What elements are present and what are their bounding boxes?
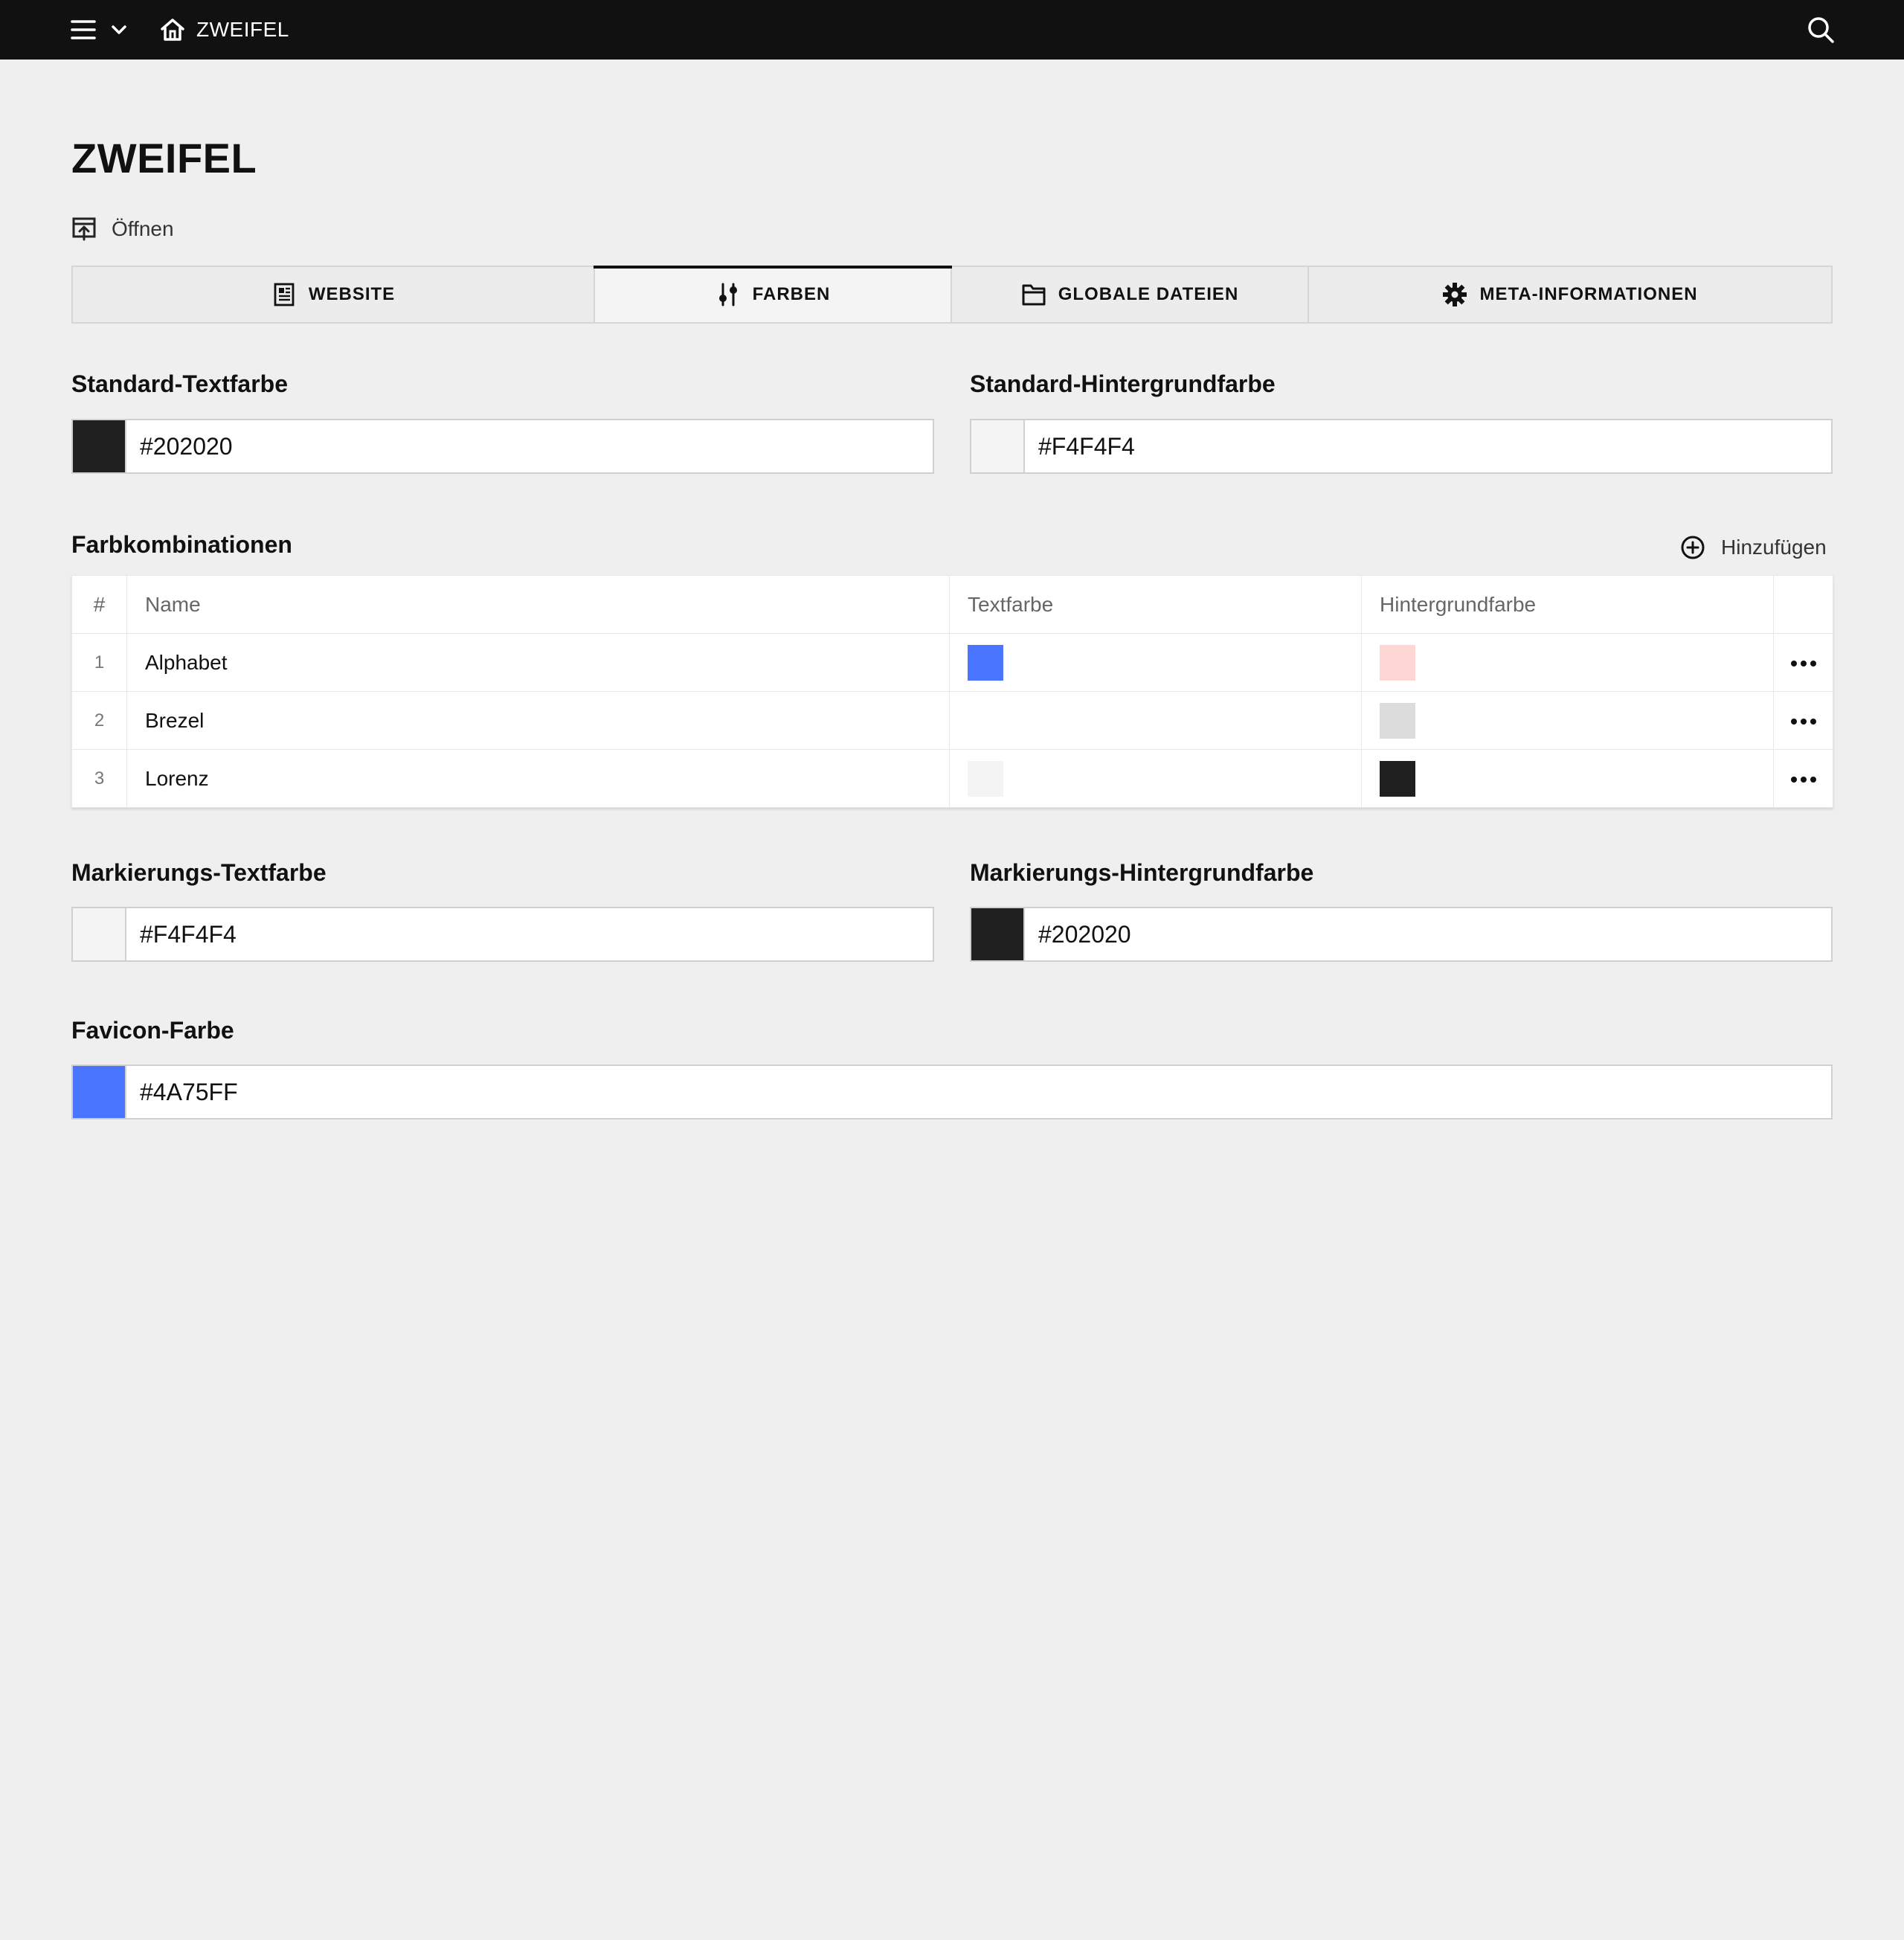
markierungs-textfarbe-label: Markierungs-Textfarbe bbox=[71, 859, 327, 886]
markierungs-textfarbe-field bbox=[71, 907, 934, 962]
tab-label: FARBEN bbox=[752, 284, 831, 304]
hamburger-menu-icon[interactable] bbox=[70, 16, 97, 43]
color-swatch[interactable] bbox=[73, 420, 126, 472]
column-header-options bbox=[1773, 575, 1833, 634]
row-options-button[interactable] bbox=[1773, 691, 1833, 750]
table-row[interactable]: 1 Alphabet bbox=[71, 633, 1833, 692]
row-number: 2 bbox=[71, 691, 127, 750]
favicon-farbe-label: Favicon-Farbe bbox=[71, 1017, 234, 1044]
row-textfarbe[interactable] bbox=[949, 749, 1362, 808]
tab-meta-informationen[interactable]: META-INFORMATIONEN bbox=[1309, 267, 1831, 322]
top-bar: ZWEIFEL bbox=[0, 0, 1904, 60]
row-hintergrundfarbe[interactable] bbox=[1361, 633, 1774, 692]
background-color-swatch bbox=[1380, 702, 1415, 739]
more-options-icon bbox=[1790, 661, 1816, 667]
color-swatch[interactable] bbox=[971, 908, 1025, 960]
more-options-icon bbox=[1790, 777, 1816, 783]
table-row[interactable]: 2 Brezel bbox=[71, 691, 1833, 750]
open-label: Öffnen bbox=[112, 217, 174, 240]
search-icon[interactable] bbox=[1806, 15, 1836, 45]
text-color-swatch bbox=[968, 644, 1003, 681]
color-combinations-table: # Name Textfarbe Hintergrundfarbe 1 Alph… bbox=[71, 575, 1833, 808]
tab-label: META-INFORMATIONEN bbox=[1479, 284, 1698, 304]
row-name[interactable]: Lorenz bbox=[126, 749, 950, 808]
row-options-button[interactable] bbox=[1773, 749, 1833, 808]
standard-textfarbe-field bbox=[71, 419, 934, 474]
color-swatch[interactable] bbox=[971, 420, 1025, 472]
document-icon bbox=[274, 283, 295, 306]
color-swatch[interactable] bbox=[73, 908, 126, 960]
favicon-farbe-field bbox=[71, 1064, 1833, 1120]
add-combination-button[interactable]: Hinzufügen bbox=[1679, 533, 1827, 562]
home-link[interactable]: ZWEIFEL bbox=[159, 15, 289, 45]
row-options-button[interactable] bbox=[1773, 633, 1833, 692]
tab-website[interactable]: WEBSITE bbox=[73, 267, 595, 322]
home-icon bbox=[161, 19, 184, 41]
row-name[interactable]: Alphabet bbox=[126, 633, 950, 692]
row-hintergrundfarbe[interactable] bbox=[1361, 691, 1774, 750]
sliders-icon bbox=[718, 283, 737, 306]
column-header-hintergrundfarbe: Hintergrundfarbe bbox=[1361, 575, 1774, 634]
page-title: ZWEIFEL bbox=[71, 135, 257, 182]
column-header-name: Name bbox=[126, 575, 950, 634]
background-color-swatch bbox=[1380, 644, 1415, 681]
markierungs-hintergrundfarbe-label: Markierungs-Hintergrundfarbe bbox=[970, 859, 1314, 886]
chevron-down-icon[interactable] bbox=[109, 19, 129, 40]
background-color-swatch bbox=[1380, 760, 1415, 797]
standard-textfarbe-label: Standard-Textfarbe bbox=[71, 370, 289, 397]
markierungs-textfarbe-input[interactable] bbox=[126, 908, 933, 960]
plus-circle-icon bbox=[1681, 536, 1705, 559]
favicon-farbe-input[interactable] bbox=[126, 1066, 1831, 1118]
row-name[interactable]: Brezel bbox=[126, 691, 950, 750]
standard-hintergrundfarbe-input[interactable] bbox=[1025, 420, 1831, 472]
markierungs-hintergrundfarbe-field bbox=[970, 907, 1833, 962]
standard-hintergrundfarbe-field bbox=[970, 419, 1833, 474]
open-button[interactable]: Öffnen bbox=[71, 214, 174, 244]
column-header-number: # bbox=[71, 575, 127, 634]
row-textfarbe[interactable] bbox=[949, 633, 1362, 692]
tab-label: GLOBALE DATEIEN bbox=[1058, 284, 1239, 304]
standard-textfarbe-input[interactable] bbox=[126, 420, 933, 472]
farbkombinationen-title: Farbkombinationen bbox=[71, 531, 292, 558]
gear-icon bbox=[1443, 283, 1467, 306]
folder-icon bbox=[1022, 284, 1046, 306]
row-textfarbe[interactable] bbox=[949, 691, 1362, 750]
table-row[interactable]: 3 Lorenz bbox=[71, 749, 1833, 808]
more-options-icon bbox=[1790, 719, 1816, 725]
home-title: ZWEIFEL bbox=[196, 18, 289, 41]
row-hintergrundfarbe[interactable] bbox=[1361, 749, 1774, 808]
tab-globale-dateien[interactable]: GLOBALE DATEIEN bbox=[952, 267, 1309, 322]
standard-hintergrundfarbe-label: Standard-Hintergrundfarbe bbox=[970, 370, 1276, 397]
row-number: 3 bbox=[71, 749, 127, 808]
text-color-swatch bbox=[968, 760, 1003, 797]
tab-farben[interactable]: FARBEN bbox=[594, 266, 952, 322]
column-header-textfarbe: Textfarbe bbox=[949, 575, 1362, 634]
tab-label: WEBSITE bbox=[308, 284, 396, 304]
color-swatch[interactable] bbox=[73, 1066, 126, 1118]
table-header-row: # Name Textfarbe Hintergrundfarbe bbox=[71, 575, 1833, 634]
add-label: Hinzufügen bbox=[1721, 536, 1827, 559]
open-external-icon bbox=[72, 217, 96, 241]
tab-bar: WEBSITE FARBEN GLOBALE DATEIEN META-INFO… bbox=[71, 266, 1833, 324]
row-number: 1 bbox=[71, 633, 127, 692]
markierungs-hintergrundfarbe-input[interactable] bbox=[1025, 908, 1831, 960]
